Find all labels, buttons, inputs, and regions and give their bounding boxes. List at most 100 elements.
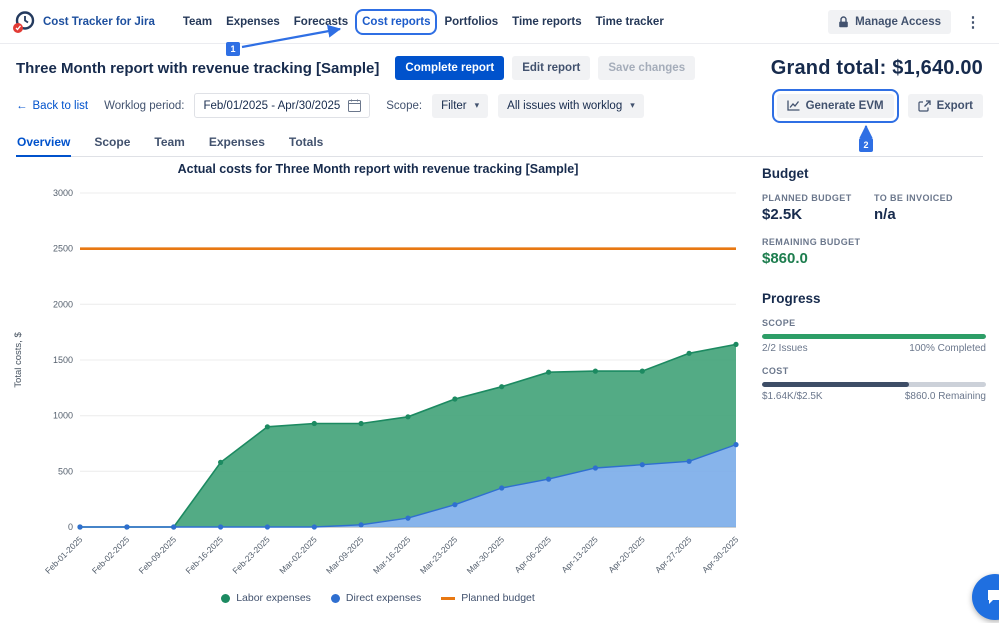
nav-item-portfolios[interactable]: Portfolios	[444, 16, 498, 28]
progress-title: Progress	[762, 291, 986, 306]
legend-item-direct[interactable]: Direct expenses	[331, 592, 421, 604]
toolbar-right-actions: Generate EVM Export	[777, 94, 983, 118]
remaining-budget-block: REMAINING BUDGET $860.0	[762, 237, 986, 267]
svg-text:1000: 1000	[53, 411, 73, 421]
issues-scope-value: All issues with worklog	[507, 100, 622, 112]
svg-text:Apr-30-2025: Apr-30-2025	[700, 534, 741, 575]
line-chart-icon	[787, 100, 800, 111]
svg-text:Mar-16-2025: Mar-16-2025	[371, 534, 413, 576]
help-chat-button[interactable]	[972, 574, 999, 620]
tab-expenses[interactable]: Expenses	[208, 133, 266, 157]
nav-item-time-reports[interactable]: Time reports	[512, 16, 581, 28]
cost-progress-fill	[762, 382, 909, 387]
direct-expenses-swatch-icon	[331, 594, 340, 603]
nav-item-forecasts[interactable]: Forecasts	[294, 16, 348, 28]
svg-text:Apr-20-2025: Apr-20-2025	[606, 534, 647, 575]
planned-budget-swatch-icon	[441, 597, 455, 600]
cost-remaining-value: $860.0 Remaining	[905, 391, 986, 402]
cost-progress-bar	[762, 382, 986, 387]
remaining-budget-value: $860.0	[762, 250, 986, 267]
nav-item-cost-reports[interactable]: Cost reports	[362, 16, 430, 28]
tab-overview[interactable]: Overview	[16, 133, 71, 157]
calendar-icon[interactable]	[348, 99, 361, 112]
svg-text:Feb-23-2025: Feb-23-2025	[230, 534, 272, 576]
svg-text:0: 0	[68, 522, 73, 532]
svg-text:Apr-06-2025: Apr-06-2025	[513, 534, 554, 575]
scope-progress-bar	[762, 334, 986, 339]
report-tabs: Overview Scope Team Expenses Totals	[16, 133, 983, 157]
cost-progress-label: COST	[762, 366, 986, 376]
scope-label: Scope:	[386, 100, 422, 112]
manage-access-label: Manage Access	[855, 16, 941, 28]
tab-scope[interactable]: Scope	[93, 133, 131, 157]
planned-budget-value: $2.5K	[762, 206, 874, 223]
legend-item-planned[interactable]: Planned budget	[441, 592, 535, 604]
labor-expenses-swatch-icon	[221, 594, 230, 603]
svg-text:1500: 1500	[53, 355, 73, 365]
export-label: Export	[937, 100, 973, 112]
issues-scope-select[interactable]: All issues with worklog ▾	[498, 94, 644, 118]
export-button[interactable]: Export	[908, 94, 983, 118]
cost-progress-captions: $1.64K/$2.5K $860.0 Remaining	[762, 391, 986, 402]
scope-filter-value: Filter	[441, 100, 467, 112]
budget-values: PLANNED BUDGET $2.5K TO BE INVOICED n/a	[762, 193, 986, 223]
legend-label-labor: Labor expenses	[236, 592, 311, 604]
scope-progress-fill	[762, 334, 986, 339]
export-icon	[918, 100, 931, 112]
legend-item-labor[interactable]: Labor expenses	[221, 592, 311, 604]
actual-costs-chart: 050010001500200025003000Feb-01-2025Feb-0…	[8, 179, 748, 589]
report-toolbar: ← Back to list Worklog period: Feb/01/20…	[16, 93, 983, 118]
svg-text:Apr-13-2025: Apr-13-2025	[559, 534, 600, 575]
svg-text:Mar-02-2025: Mar-02-2025	[277, 534, 319, 576]
lock-icon	[838, 16, 849, 28]
planned-budget-label: PLANNED BUDGET	[762, 193, 874, 203]
chart-title: Actual costs for Three Month report with…	[16, 162, 740, 176]
manage-access-button[interactable]: Manage Access	[828, 10, 951, 34]
scope-progress-label: SCOPE	[762, 318, 986, 328]
scope-issues-count: 2/2 Issues	[762, 343, 808, 354]
worklog-period-label: Worklog period:	[104, 100, 184, 112]
svg-text:3000: 3000	[53, 188, 73, 198]
scope-progress-captions: 2/2 Issues 100% Completed	[762, 343, 986, 354]
scope-filter-select[interactable]: Filter ▾	[432, 94, 488, 118]
legend-label-direct: Direct expenses	[346, 592, 421, 604]
save-changes-button: Save changes	[598, 56, 695, 80]
to-be-invoiced-label: TO BE INVOICED	[874, 193, 986, 203]
worklog-period-input[interactable]: Feb/01/2025 - Apr/30/2025	[194, 93, 370, 118]
svg-text:2500: 2500	[53, 244, 73, 254]
generate-evm-label: Generate EVM	[806, 100, 884, 112]
scope-completed-percent: 100% Completed	[909, 343, 986, 354]
back-to-list-label: Back to list	[33, 100, 89, 112]
tab-team[interactable]: Team	[153, 133, 185, 157]
svg-text:Feb-02-2025: Feb-02-2025	[90, 534, 132, 576]
to-be-invoiced-block: TO BE INVOICED n/a	[874, 193, 986, 223]
svg-text:Total costs, $: Total costs, $	[13, 332, 24, 388]
svg-text:Feb-09-2025: Feb-09-2025	[137, 534, 179, 576]
complete-report-button[interactable]: Complete report	[395, 56, 504, 80]
brand-name: Cost Tracker for Jira	[43, 16, 155, 28]
page-title: Three Month report with revenue tracking…	[16, 60, 379, 77]
worklog-period-value: Feb/01/2025 - Apr/30/2025	[203, 100, 340, 112]
generate-evm-button[interactable]: Generate EVM	[777, 94, 894, 118]
tab-totals[interactable]: Totals	[288, 133, 324, 157]
edit-report-button[interactable]: Edit report	[512, 56, 590, 80]
svg-text:Mar-23-2025: Mar-23-2025	[418, 534, 460, 576]
cost-spent-value: $1.64K/$2.5K	[762, 391, 823, 402]
kebab-menu-icon[interactable]: ⋮	[959, 8, 987, 36]
chevron-down-icon: ▾	[475, 100, 480, 111]
nav-item-time-tracker[interactable]: Time tracker	[596, 16, 664, 28]
svg-text:Feb-01-2025: Feb-01-2025	[43, 534, 85, 576]
report-header: Three Month report with revenue tracking…	[16, 56, 983, 80]
back-to-list-link[interactable]: ← Back to list	[16, 100, 88, 112]
nav-item-expenses[interactable]: Expenses	[226, 16, 280, 28]
planned-budget-block: PLANNED BUDGET $2.5K	[762, 193, 874, 223]
svg-text:2000: 2000	[53, 299, 73, 309]
app-logo[interactable]: Cost Tracker for Jira	[12, 10, 155, 34]
report-actions: Complete report Edit report Save changes	[395, 56, 695, 80]
svg-text:500: 500	[58, 466, 73, 476]
legend-label-planned: Planned budget	[461, 592, 535, 604]
budget-title: Budget	[762, 166, 986, 181]
nav-item-team[interactable]: Team	[183, 16, 212, 28]
annotation-badge-1: 1	[226, 42, 240, 56]
remaining-budget-label: REMAINING BUDGET	[762, 237, 986, 247]
